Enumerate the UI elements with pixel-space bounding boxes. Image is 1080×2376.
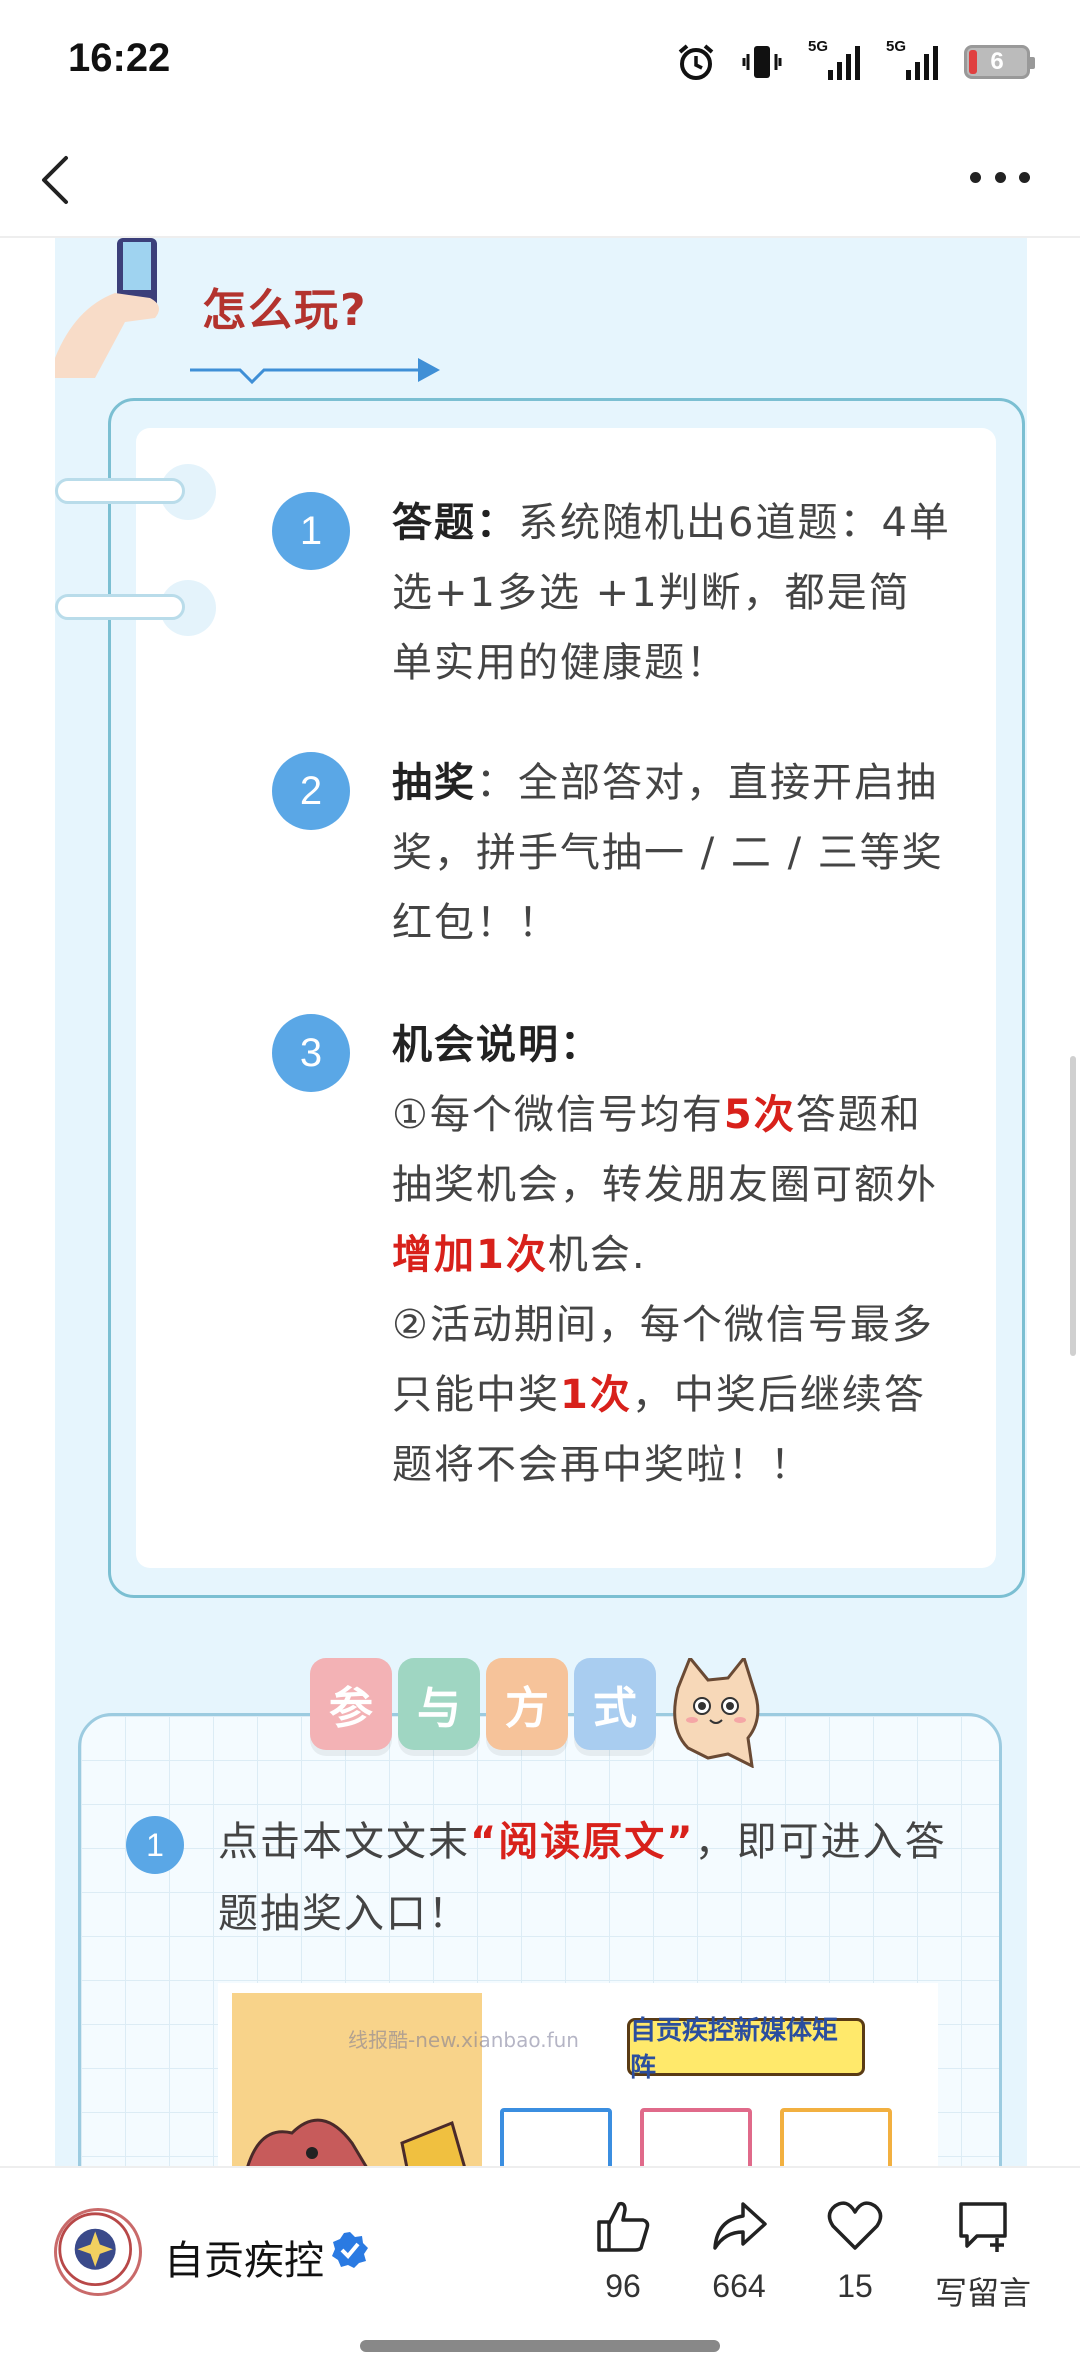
article-content[interactable]: 怎么玩? 1 答题：系统随机出6道题：4单选+1多选 +1判断，都是简单实用的健…: [0, 238, 1080, 2166]
step-text: 抽奖：全部答对，直接开启抽奖，拼手气抽一 / 二 / 三等奖红包！！: [392, 748, 952, 958]
heading-char: 与: [398, 1658, 480, 1750]
dragon-mascot-illustration: [246, 2118, 466, 2166]
step-description: 机会.: [547, 1232, 647, 1278]
battery-level: 6: [990, 48, 1004, 75]
heading-char: 方: [486, 1658, 568, 1750]
poster-sign: 自贡疾控新媒体矩阵: [627, 2016, 865, 2083]
home-indicator[interactable]: [360, 2340, 720, 2352]
verified-badge-icon: [330, 2230, 370, 2270]
qr-code-icon: [640, 2108, 752, 2166]
highlight-text: 5次: [723, 1092, 796, 1138]
share-button[interactable]: 664: [684, 2196, 794, 2305]
more-options-icon[interactable]: [970, 172, 1030, 188]
poster-background: 自贡疾控新媒体矩阵: [232, 1993, 922, 2166]
favorite-button[interactable]: 15: [800, 2196, 910, 2305]
qr-code-icon: [780, 2108, 892, 2166]
how-to-play-title: 怎么玩?: [202, 285, 368, 336]
step-number-badge: 1: [126, 1816, 184, 1874]
cat-illustration: [668, 1654, 764, 1769]
status-icons: 5G 5G 6: [676, 38, 1035, 84]
write-comment-label: 写留言: [934, 2275, 1031, 2311]
participation-heading: 参 与 方 式: [310, 1658, 656, 1750]
comment-add-icon: [959, 2202, 1007, 2252]
alarm-icon: [676, 42, 716, 82]
binder-ring-decoration: [55, 478, 185, 504]
share-icon: [713, 2202, 767, 2250]
account-avatar[interactable]: [54, 2208, 142, 2296]
account-name[interactable]: 自贡疾控: [164, 2228, 324, 2286]
like-button[interactable]: 96: [568, 2196, 678, 2305]
heading-char: 式: [574, 1658, 656, 1750]
step-label: 答题：: [392, 500, 518, 546]
participation-instruction: 点击本文文末“阅读原文”，即可进入答题抽奖入口！: [218, 1806, 958, 1950]
write-comment-button[interactable]: 写留言: [918, 2196, 1048, 2314]
like-count: 96: [605, 2268, 641, 2304]
heading-char: 参: [310, 1658, 392, 1750]
media-matrix-poster: 自贡疾控新媒体矩阵: [218, 1983, 938, 2166]
battery-icon: 6: [964, 45, 1035, 79]
scrollbar[interactable]: [1070, 1056, 1076, 1356]
step-number-badge: 2: [272, 752, 350, 830]
signal-icon-1: 5G: [808, 38, 860, 80]
watermark: 线报酷-new.xianbao.fun: [348, 2028, 579, 2052]
step-number-badge: 1: [272, 492, 350, 570]
heart-icon: [827, 2201, 883, 2250]
favorite-count: 15: [837, 2268, 873, 2304]
network-type-label: 5G: [808, 38, 829, 55]
step-text: 机会说明： ①每个微信号均有5次答题和抽奖机会，转发朋友圈可额外增加1次机会. …: [392, 1010, 952, 1500]
status-time: 16:22: [68, 36, 171, 80]
step-label: 抽奖: [392, 760, 476, 806]
qr-code-icon: [500, 2108, 612, 2166]
read-original-highlight: “阅读原文”: [470, 1819, 695, 1865]
step-text: 答题：系统随机出6道题：4单选+1多选 +1判断，都是简单实用的健康题！: [392, 488, 952, 698]
highlight-text: 增加1次: [392, 1232, 548, 1278]
step-description: ①每个微信号均有: [392, 1092, 724, 1138]
back-icon[interactable]: [36, 152, 76, 208]
binder-ring-decoration: [55, 594, 185, 620]
arrow-underline-icon: [190, 358, 440, 385]
instruction-text: 点击本文文末: [218, 1819, 470, 1865]
step-number-badge: 3: [272, 1014, 350, 1092]
thumbs-up-icon: [597, 2201, 650, 2252]
signal-icon-2: 5G: [886, 38, 938, 80]
share-count: 664: [712, 2268, 766, 2304]
vibrate-icon: [742, 42, 782, 82]
status-bar: 16:22 5G 5G 6: [0, 0, 1080, 120]
nav-bar: [0, 120, 1080, 238]
step-label: 机会说明：: [392, 1022, 602, 1068]
network-type-label: 5G: [886, 38, 907, 55]
highlight-text: 1次: [560, 1372, 632, 1418]
